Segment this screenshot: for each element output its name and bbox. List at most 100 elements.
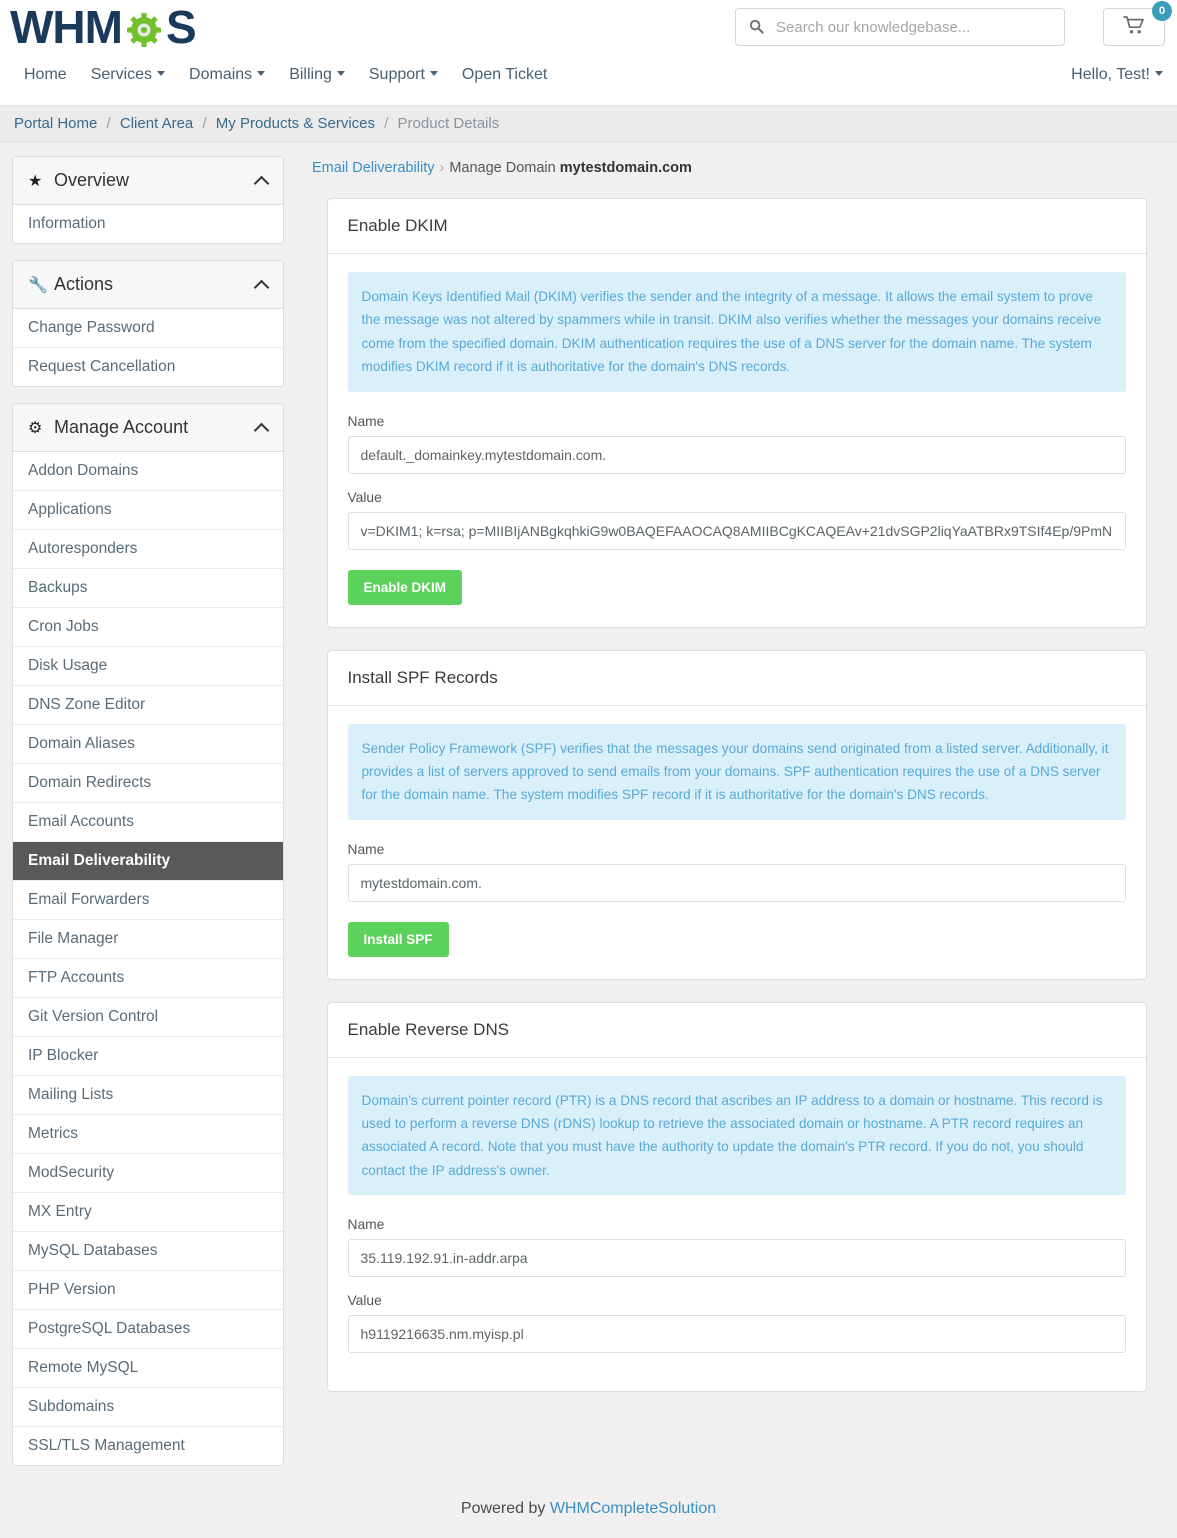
page-body: ★OverviewInformation 🔧ActionsChange Passw… bbox=[0, 142, 1177, 1482]
list-item[interactable]: PostgreSQL Databases bbox=[13, 1309, 283, 1348]
wrench-icon: 🔧 bbox=[28, 275, 54, 295]
sidebar-item-git-version-control[interactable]: Git Version Control bbox=[13, 998, 283, 1036]
sidebar-item-ip-blocker[interactable]: IP Blocker bbox=[13, 1037, 283, 1075]
sidebar-item-email-forwarders[interactable]: Email Forwarders bbox=[13, 881, 283, 919]
sidebar-panel-list: Change PasswordRequest Cancellation bbox=[13, 309, 283, 386]
search-input[interactable] bbox=[776, 19, 1064, 36]
info-alert: Domain Keys Identified Mail (DKIM) verif… bbox=[348, 272, 1126, 392]
breadcrumb: Portal Home / Client Area / My Products … bbox=[0, 105, 1177, 142]
list-item[interactable]: MX Entry bbox=[13, 1192, 283, 1231]
sidebar-item-modsecurity[interactable]: ModSecurity bbox=[13, 1154, 283, 1192]
sidebar-panel-header[interactable]: 🔧Actions bbox=[13, 261, 283, 309]
list-item[interactable]: Subdomains bbox=[13, 1387, 283, 1426]
list-item[interactable]: Backups bbox=[13, 568, 283, 607]
list-item[interactable]: Domain Redirects bbox=[13, 763, 283, 802]
breadcrumb-item-my-products-services[interactable]: My Products & Services bbox=[216, 115, 375, 132]
nav-item-support[interactable]: Support bbox=[369, 66, 454, 84]
chevron-up-icon[interactable] bbox=[254, 422, 270, 438]
sidebar-item-metrics[interactable]: Metrics bbox=[13, 1115, 283, 1153]
name-input[interactable] bbox=[348, 1239, 1126, 1277]
user-menu[interactable]: Hello, Test! bbox=[1071, 66, 1163, 84]
sidebar-item-email-accounts[interactable]: Email Accounts bbox=[13, 803, 283, 841]
list-item[interactable]: Information bbox=[13, 205, 283, 243]
value-input[interactable] bbox=[348, 1315, 1126, 1353]
list-item[interactable]: PHP Version bbox=[13, 1270, 283, 1309]
list-item[interactable]: MySQL Databases bbox=[13, 1231, 283, 1270]
sidebar-item-change-password[interactable]: Change Password bbox=[13, 309, 283, 347]
list-item[interactable]: SSL/TLS Management bbox=[13, 1426, 283, 1465]
list-item[interactable]: Metrics bbox=[13, 1114, 283, 1153]
install-spf-button[interactable]: Install SPF bbox=[348, 922, 449, 957]
nav-item-domains[interactable]: Domains bbox=[189, 66, 281, 84]
sidebar-item-information[interactable]: Information bbox=[13, 205, 283, 243]
name-input[interactable] bbox=[348, 864, 1126, 902]
list-item[interactable]: Email Accounts bbox=[13, 802, 283, 841]
sidebar-item-mysql-databases[interactable]: MySQL Databases bbox=[13, 1232, 283, 1270]
list-item[interactable]: File Manager bbox=[13, 919, 283, 958]
sidebar-item-file-manager[interactable]: File Manager bbox=[13, 920, 283, 958]
chevron-up-icon[interactable] bbox=[254, 175, 270, 191]
card-enable-reverse-dns: Enable Reverse DNSDomain's current point… bbox=[327, 1002, 1147, 1393]
sidebar-item-request-cancellation[interactable]: Request Cancellation bbox=[13, 348, 283, 386]
list-item[interactable]: Disk Usage bbox=[13, 646, 283, 685]
breadcrumb-separator: / bbox=[384, 115, 388, 132]
sidebar-item-addon-domains[interactable]: Addon Domains bbox=[13, 452, 283, 490]
sidebar-item-php-version[interactable]: PHP Version bbox=[13, 1271, 283, 1309]
breadcrumb-item-client-area[interactable]: Client Area bbox=[120, 115, 193, 132]
sidebar-item-mailing-lists[interactable]: Mailing Lists bbox=[13, 1076, 283, 1114]
sidebar-panel-header[interactable]: ★Overview bbox=[13, 157, 283, 205]
list-item[interactable]: Addon Domains bbox=[13, 452, 283, 490]
list-item[interactable]: ModSecurity bbox=[13, 1153, 283, 1192]
sidebar-item-autoresponders[interactable]: Autoresponders bbox=[13, 530, 283, 568]
list-item[interactable]: Mailing Lists bbox=[13, 1075, 283, 1114]
card-title-text: Enable DKIM bbox=[348, 216, 448, 235]
sidebar-item-disk-usage[interactable]: Disk Usage bbox=[13, 647, 283, 685]
list-item[interactable]: Request Cancellation bbox=[13, 347, 283, 386]
sidebar-item-domain-aliases[interactable]: Domain Aliases bbox=[13, 725, 283, 763]
nav-label: Home bbox=[24, 66, 67, 83]
list-item[interactable]: Change Password bbox=[13, 309, 283, 347]
sidebar-item-postgresql-databases[interactable]: PostgreSQL Databases bbox=[13, 1310, 283, 1348]
nav-item-home[interactable]: Home bbox=[14, 66, 83, 84]
sidebar-item-remote-mysql[interactable]: Remote MySQL bbox=[13, 1349, 283, 1387]
chevron-up-icon[interactable] bbox=[254, 279, 270, 295]
list-item[interactable]: Email Forwarders bbox=[13, 880, 283, 919]
sidebar-item-mx-entry[interactable]: MX Entry bbox=[13, 1193, 283, 1231]
whmcs-logo[interactable]: WHMS bbox=[10, 2, 196, 52]
knowledgebase-search[interactable] bbox=[735, 8, 1065, 46]
value-input[interactable] bbox=[348, 512, 1126, 550]
list-item[interactable]: Git Version Control bbox=[13, 997, 283, 1036]
nav-label: Domains bbox=[189, 66, 252, 83]
nav-item-billing[interactable]: Billing bbox=[289, 66, 361, 84]
list-item[interactable]: Domain Aliases bbox=[13, 724, 283, 763]
sidebar-item-domain-redirects[interactable]: Domain Redirects bbox=[13, 764, 283, 802]
list-item[interactable]: Email Deliverability bbox=[13, 841, 283, 880]
sidebar-item-email-deliverability[interactable]: Email Deliverability bbox=[13, 842, 283, 880]
sidebar-item-ssl-tls-management[interactable]: SSL/TLS Management bbox=[13, 1427, 283, 1465]
cart-button[interactable]: 0 bbox=[1103, 8, 1165, 46]
sidebar-item-ftp-accounts[interactable]: FTP Accounts bbox=[13, 959, 283, 997]
nav-item-open-ticket[interactable]: Open Ticket bbox=[462, 66, 563, 84]
sidebar-item-subdomains[interactable]: Subdomains bbox=[13, 1388, 283, 1426]
list-item[interactable]: Remote MySQL bbox=[13, 1348, 283, 1387]
sidebar-panel-header[interactable]: ⚙Manage Account bbox=[13, 404, 283, 452]
list-item[interactable]: DNS Zone Editor bbox=[13, 685, 283, 724]
list-item[interactable]: Cron Jobs bbox=[13, 607, 283, 646]
list-item[interactable]: Autoresponders bbox=[13, 529, 283, 568]
name-input[interactable] bbox=[348, 436, 1126, 474]
list-item[interactable]: Applications bbox=[13, 490, 283, 529]
sidebar-item-dns-zone-editor[interactable]: DNS Zone Editor bbox=[13, 686, 283, 724]
card-body: Domain's current pointer record (PTR) is… bbox=[328, 1058, 1146, 1392]
breadcrumb-item-portal-home[interactable]: Portal Home bbox=[14, 115, 97, 132]
footer-link-whmcs[interactable]: WHMCompleteSolution bbox=[550, 1500, 716, 1517]
main-content: Email Deliverability›Manage Domain mytes… bbox=[308, 156, 1165, 1414]
enable-dkim-button[interactable]: Enable DKIM bbox=[348, 570, 463, 605]
list-item[interactable]: IP Blocker bbox=[13, 1036, 283, 1075]
site-header: WHMS 0 Home Services Domains Billing Sup… bbox=[0, 0, 1177, 105]
sidebar-item-cron-jobs[interactable]: Cron Jobs bbox=[13, 608, 283, 646]
nav-item-services[interactable]: Services bbox=[91, 66, 181, 84]
list-item[interactable]: FTP Accounts bbox=[13, 958, 283, 997]
sidebar-item-backups[interactable]: Backups bbox=[13, 569, 283, 607]
content-breadcrumb-email-deliverability[interactable]: Email Deliverability bbox=[312, 160, 434, 176]
sidebar-item-applications[interactable]: Applications bbox=[13, 491, 283, 529]
